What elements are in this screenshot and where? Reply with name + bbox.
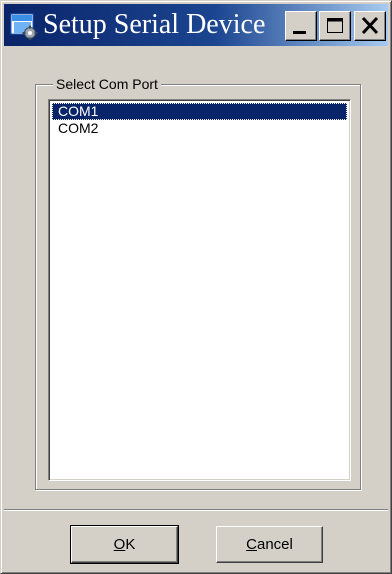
ok-label: K — [125, 536, 136, 553]
com-port-listbox[interactable]: COM1 COM2 — [48, 99, 351, 481]
maximize-button[interactable] — [319, 11, 351, 41]
cancel-label: ancel — [256, 536, 293, 553]
list-item-com1[interactable]: COM1 — [52, 103, 347, 120]
ok-button[interactable]: OK — [70, 525, 179, 564]
window-title: Setup Serial Device — [43, 9, 266, 40]
minimize-button[interactable] — [285, 11, 317, 41]
ok-mnemonic: O — [113, 536, 126, 553]
group-label: Select Com Port — [53, 76, 161, 92]
cancel-mnemonic: C — [246, 536, 257, 553]
close-button[interactable] — [354, 11, 386, 41]
title-bar[interactable]: Setup Serial Device — [4, 4, 388, 46]
setup-gear-window-icon[interactable] — [10, 12, 38, 40]
list-item-com2[interactable]: COM2 — [52, 120, 347, 137]
separator — [4, 509, 388, 511]
setup-serial-device-dialog: Setup Serial Device Select Com Port COM1… — [0, 0, 392, 574]
cancel-button[interactable]: Cancel — [216, 526, 323, 563]
